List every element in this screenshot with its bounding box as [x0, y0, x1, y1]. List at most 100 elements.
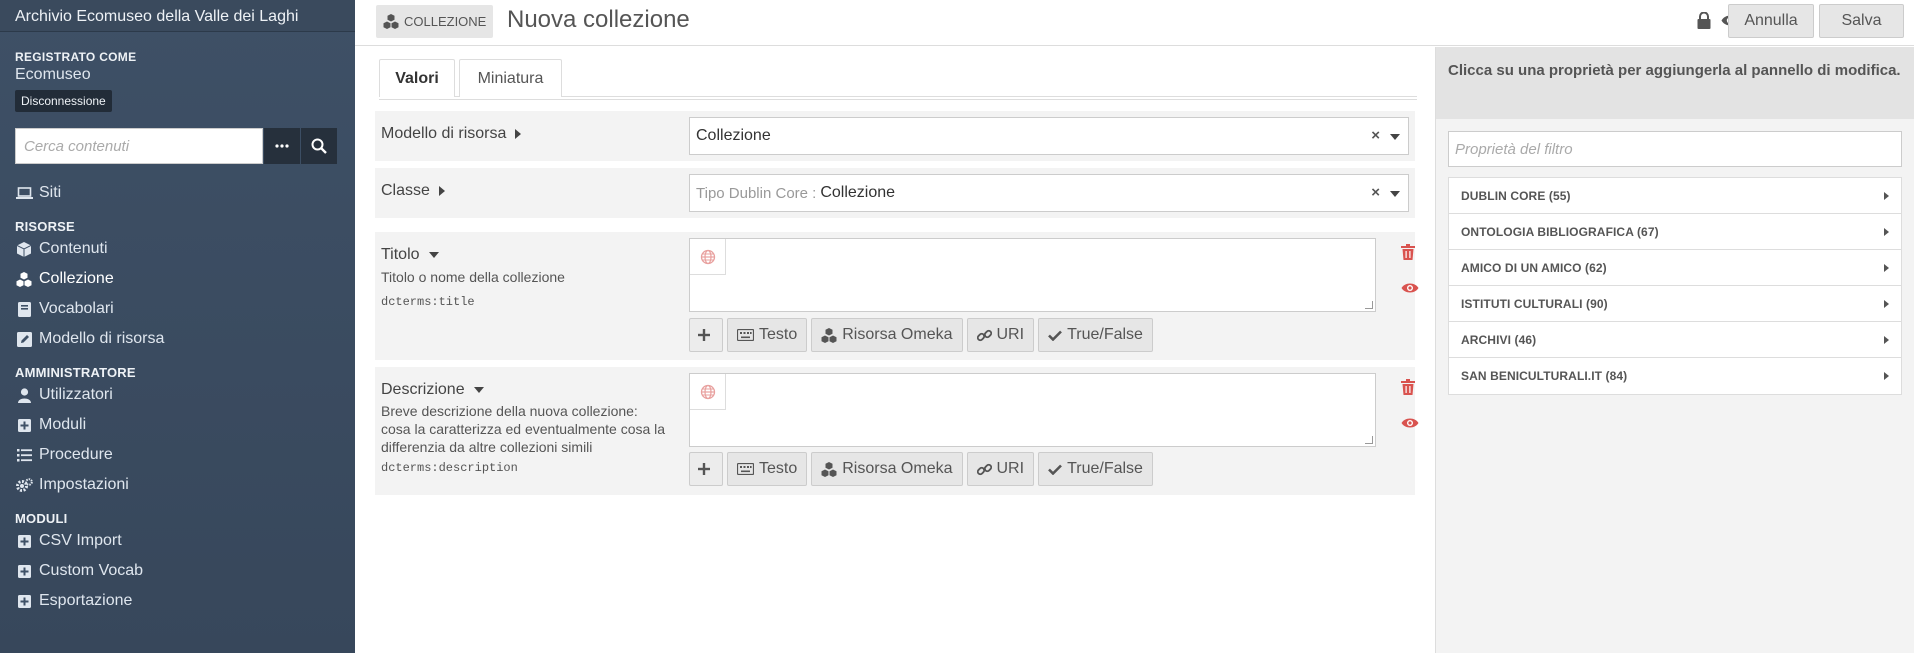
trash-icon[interactable] [1401, 379, 1419, 416]
resize-grip[interactable] [1365, 436, 1373, 444]
sidebar-item-contenuti[interactable]: Contenuti [15, 234, 340, 264]
site-title[interactable]: Archivio Ecomuseo della Valle dei Laghi [0, 0, 355, 32]
title-textarea[interactable] [689, 238, 1376, 312]
add-omeka-resource-button[interactable]: Risorsa Omeka [811, 318, 963, 352]
add-value-button[interactable] [689, 452, 723, 486]
vocabulary-item[interactable]: AMICO DI UN AMICO (62) [1449, 250, 1901, 286]
add-uri-button[interactable]: URI [966, 318, 1035, 352]
add-true-false-button[interactable]: True/False [1038, 452, 1153, 486]
add-true-false-button[interactable]: True/False [1038, 318, 1153, 352]
clear-icon[interactable]: × [1371, 127, 1380, 144]
description-textarea[interactable] [689, 373, 1376, 447]
user-block: REGISTRATO COME Ecomuseo Disconnessione [0, 32, 355, 112]
sidebar-item-siti[interactable]: Siti [15, 178, 340, 208]
add-uri-button[interactable]: URI [966, 452, 1035, 486]
user-name[interactable]: Ecomuseo [15, 66, 340, 84]
language-button[interactable] [690, 374, 726, 410]
cogs-icon [15, 477, 33, 493]
sidebar-item-procedure[interactable]: Procedure [15, 440, 340, 470]
sidebar-item-impostazioni[interactable]: Impostazioni [15, 470, 340, 500]
globe-icon [700, 384, 715, 399]
sidebar-item-utilizzatori[interactable]: Utilizzatori [15, 380, 340, 410]
eye-icon[interactable] [1401, 281, 1419, 318]
button-label: Risorsa Omeka [842, 460, 953, 477]
vocabulary-label: SAN BENICULTURALI.IT (84) [1461, 369, 1628, 383]
cubes-icon [15, 271, 33, 287]
resize-grip[interactable] [1365, 301, 1373, 309]
caret-right-icon[interactable] [438, 186, 445, 196]
vocabulary-item[interactable]: ONTOLOGIA BIBLIOGRAFICA (67) [1449, 214, 1901, 250]
value-type-buttons: Testo Risorsa Omeka URI True/False [689, 318, 1153, 352]
add-text-value-button[interactable]: Testo [727, 452, 808, 486]
button-label: Testo [759, 326, 798, 343]
resource-type-label: COLLEZIONE [404, 14, 487, 29]
keyboard-icon [737, 329, 754, 341]
select-prefix: Tipo Dublin Core : [696, 184, 817, 202]
sidebar-item-label: Impostazioni [39, 476, 129, 493]
search-input[interactable] [15, 128, 263, 164]
globe-icon [700, 249, 715, 264]
resource-template-select[interactable]: Collezione × [689, 117, 1409, 155]
ellipsis-icon [275, 144, 289, 148]
caret-down-icon[interactable] [428, 252, 439, 258]
sidebar-item-custom-vocab[interactable]: Custom Vocab [15, 556, 340, 586]
cancel-button[interactable]: Annulla [1728, 4, 1814, 38]
check-icon [1048, 330, 1062, 341]
lock-icon[interactable] [1697, 12, 1711, 29]
tab-miniatura[interactable]: Miniatura [459, 59, 562, 97]
caret-right-icon[interactable] [515, 129, 522, 139]
book-icon [15, 301, 33, 317]
check-icon [1048, 464, 1062, 475]
chevron-down-icon[interactable] [1390, 191, 1400, 197]
nav-heading-risorse: RISORSE [15, 219, 75, 234]
sidebar-item-esportazione[interactable]: Esportazione [15, 586, 340, 616]
vocabulary-list: DUBLIN CORE (55) ONTOLOGIA BIBLIOGRAFICA… [1448, 177, 1902, 395]
sidebar-item-label: Siti [39, 184, 62, 201]
user-label: REGISTRATO COME [15, 50, 137, 64]
language-button[interactable] [690, 239, 726, 275]
field-title: Titolo Titolo o nome della collezione dc… [375, 232, 1419, 360]
vocabulary-item[interactable]: SAN BENICULTURALI.IT (84) [1449, 358, 1901, 394]
sidebar-item-moduli[interactable]: Moduli [15, 410, 340, 440]
page-header: COLLEZIONE Nuova collezione Annulla Salv… [355, 0, 1914, 46]
main-content: Valori Miniatura Modello di risorsa Coll… [355, 47, 1435, 653]
search-icon [311, 138, 327, 154]
sidebar-item-modello-di-risorsa[interactable]: Modello di risorsa [15, 324, 340, 354]
logout-button[interactable]: Disconnessione [15, 90, 112, 112]
nav-heading-amministratore: AMMINISTRATORE [15, 365, 136, 380]
plus-square-icon [15, 593, 33, 609]
vocabulary-item[interactable]: ISTITUTI CULTURALI (90) [1449, 286, 1901, 322]
trash-icon[interactable] [1401, 244, 1419, 281]
sidebar-item-collezione[interactable]: Collezione [15, 264, 340, 294]
field-term: dcterms:title [381, 295, 475, 309]
sidebar-item-vocabolari[interactable]: Vocabolari [15, 294, 340, 324]
button-label: URI [996, 326, 1025, 343]
vocabulary-item[interactable]: DUBLIN CORE (55) [1449, 178, 1901, 214]
cubes-icon [821, 461, 837, 477]
class-select[interactable]: Tipo Dublin Core : Collezione × [689, 174, 1409, 212]
field-label: Classe [381, 182, 445, 200]
sidebar-item-label: Utilizzatori [39, 386, 113, 403]
caret-down-icon[interactable] [473, 387, 484, 393]
vocabulary-item[interactable]: ARCHIVI (46) [1449, 322, 1901, 358]
save-button[interactable]: Salva [1819, 4, 1904, 38]
tab-valori[interactable]: Valori [379, 59, 455, 97]
field-label-text: Modello di risorsa [381, 125, 507, 142]
eye-icon[interactable] [1401, 416, 1419, 453]
add-omeka-resource-button[interactable]: Risorsa Omeka [811, 452, 963, 486]
advanced-search-button[interactable] [264, 128, 300, 164]
add-text-value-button[interactable]: Testo [727, 318, 808, 352]
sidebar: Archivio Ecomuseo della Valle dei Laghi … [0, 0, 355, 653]
add-value-button[interactable] [689, 318, 723, 352]
clear-icon[interactable]: × [1371, 184, 1380, 201]
chevron-down-icon[interactable] [1390, 134, 1400, 140]
field-term: dcterms:description [381, 461, 518, 475]
list-icon [15, 447, 33, 463]
caret-right-icon [1884, 192, 1889, 200]
value-actions [1401, 379, 1419, 453]
plus-square-icon [15, 417, 33, 433]
sidebar-item-csv-import[interactable]: CSV Import [15, 526, 340, 556]
property-filter-input[interactable]: Proprietà del filtro [1448, 131, 1902, 167]
search-button[interactable] [301, 128, 337, 164]
cubes-icon [821, 327, 837, 343]
